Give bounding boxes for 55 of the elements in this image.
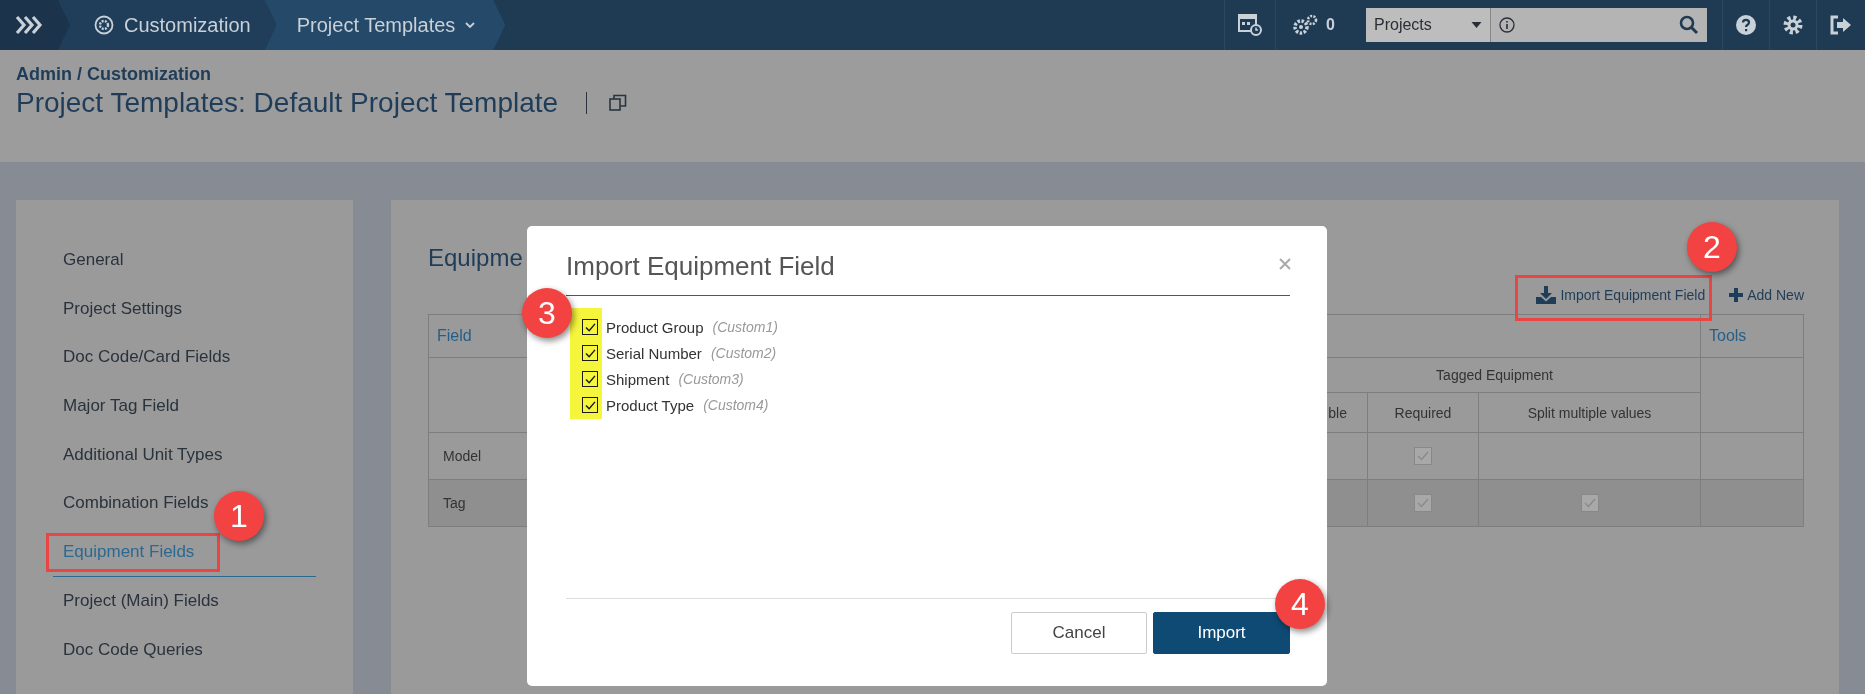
checkbox[interactable] [582, 397, 598, 413]
add-link[interactable]: Add New [1729, 287, 1804, 303]
checkbox[interactable] [582, 345, 598, 361]
sidebar-item[interactable]: Additional Unit Types [63, 444, 223, 464]
column-header: ble [1328, 404, 1347, 421]
checkbox[interactable] [582, 319, 598, 335]
scope-select[interactable]: Projects [1366, 8, 1491, 42]
sidebar-item[interactable]: Doc Code Queries [63, 639, 203, 659]
page-title: Project Templates: Default Project Template [16, 87, 559, 119]
download-icon [1536, 286, 1557, 304]
sidebar-item[interactable]: Doc Code/Card Fields [63, 347, 231, 367]
option-note: (Custom1) [712, 319, 778, 335]
breadcrumb-tab[interactable]: Customization [58, 0, 277, 50]
caret-icon [1471, 22, 1482, 28]
home-logo[interactable] [0, 0, 70, 50]
column-header: Required [1394, 404, 1452, 421]
dialog-title: Import Equipment Field [566, 251, 835, 282]
page-breadcrumb: Admin / Customization [16, 64, 212, 85]
option-label: Shipment [606, 370, 670, 388]
column-group-header: Tagged Equipment [1436, 367, 1553, 383]
column-header: Split multiple values [1527, 404, 1652, 421]
logout-icon [1830, 15, 1852, 35]
info-icon [1499, 17, 1515, 33]
sidebar-item[interactable]: Project (Main) Fields [63, 590, 219, 610]
checkbox[interactable] [582, 371, 598, 387]
search-icon [1679, 15, 1699, 35]
chevrons-logo-icon [15, 15, 45, 35]
sidebar-item[interactable]: Project Settings [63, 298, 183, 318]
table-cell: Tag [443, 495, 466, 511]
sidebar-item[interactable]: General [63, 250, 124, 269]
option-note: (Custom2) [710, 345, 777, 361]
table-cell: Model [443, 448, 482, 464]
import-button[interactable]: Import [1153, 612, 1290, 654]
import-link[interactable]: Import Equipment Field [1536, 286, 1706, 304]
settings-icon [1783, 15, 1803, 35]
option-label: Product Group [606, 318, 704, 336]
sidebar-item[interactable]: Major Tag Field [63, 396, 179, 416]
help-icon [1736, 15, 1756, 35]
gear-icon [94, 15, 114, 35]
column-header: Tools [1709, 327, 1747, 344]
option-note: (Custom4) [703, 397, 769, 413]
option-note: (Custom3) [678, 371, 744, 387]
breadcrumb-tab[interactable]: Project Templates [264, 0, 506, 50]
gears-icon [1292, 14, 1319, 36]
search-field[interactable] [1491, 8, 1707, 42]
option-label: Product Type [606, 396, 695, 414]
plus-icon [1729, 288, 1744, 302]
caret-icon [465, 22, 476, 28]
option-label: Serial Number [606, 344, 702, 362]
calendar-clock-icon [1238, 14, 1263, 36]
column-header: Field [437, 327, 472, 344]
cancel-button[interactable]: Cancel [1011, 612, 1147, 654]
sidebar-item[interactable]: Combination Fields [63, 493, 209, 513]
section-heading: Equipme [428, 244, 523, 272]
copy-icon[interactable] [609, 94, 628, 112]
